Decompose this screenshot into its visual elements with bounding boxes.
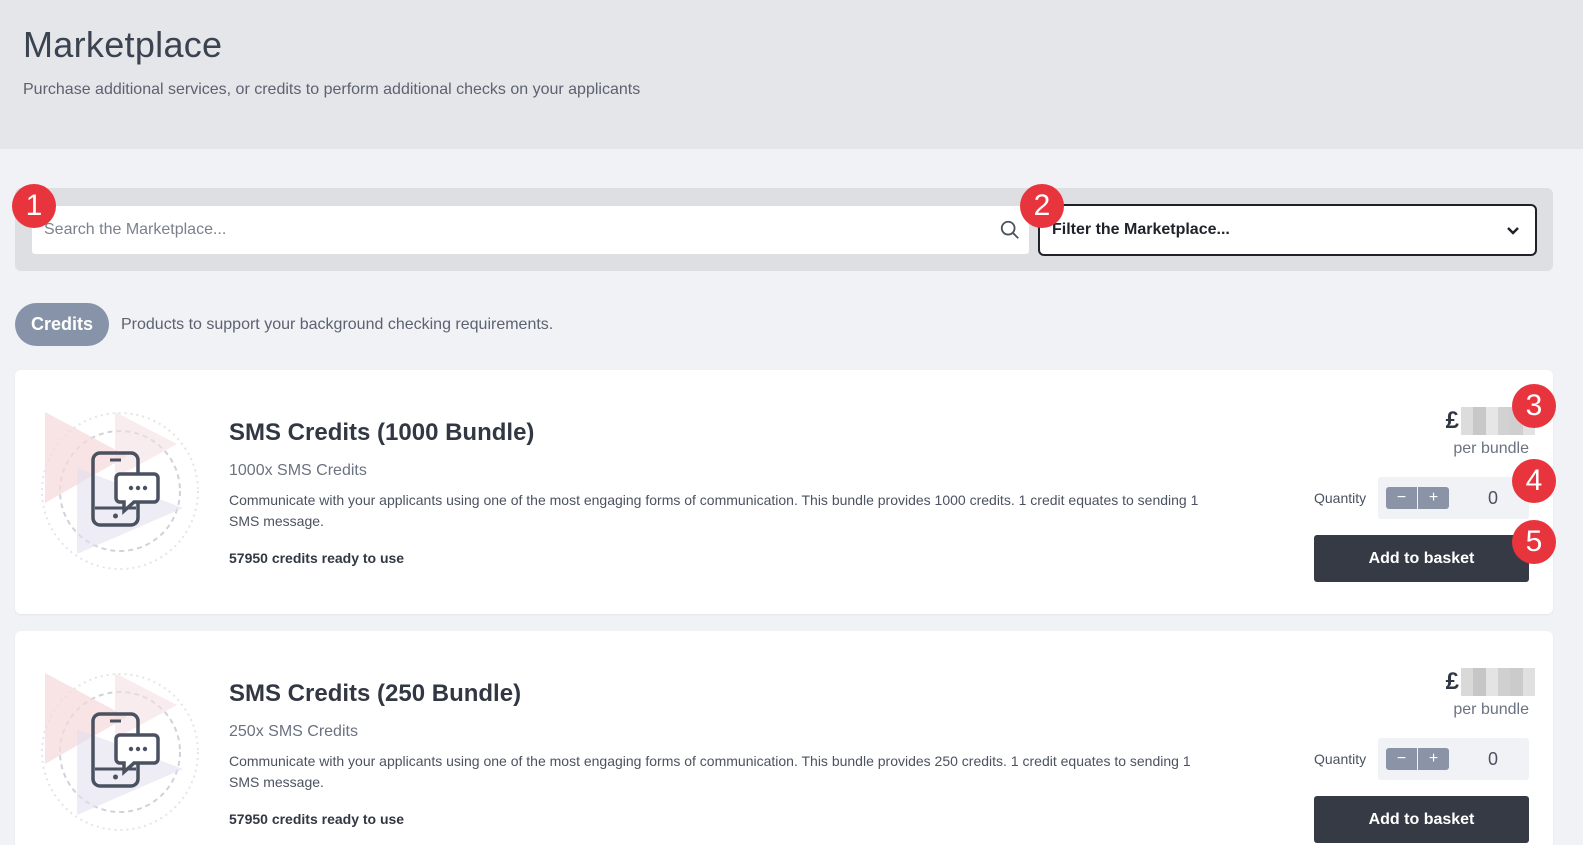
price-redacted [1461,668,1535,696]
quantity-stepper: − + 0 [1378,477,1529,519]
quantity-label: Quantity [1314,490,1367,506]
credits-ready: 57950 credits ready to use [229,811,405,827]
search-input[interactable] [32,206,992,254]
filter-dropdown[interactable]: Filter the Marketplace... [1038,204,1537,256]
annotation-badge-1: 1 [12,184,56,228]
product-description: Communicate with your applicants using o… [229,753,1191,790]
search-icon[interactable] [999,219,1021,241]
sms-phone-icon [41,673,199,831]
annotation-badge-3: 3 [1512,384,1556,428]
quantity-increment-button[interactable]: + [1418,487,1449,509]
filter-label: Filter the Marketplace... [1052,221,1230,238]
sms-phone-icon [41,412,199,570]
quantity-value[interactable]: 0 [1478,488,1508,509]
product-title: SMS Credits (1000 Bundle) [229,419,535,446]
category-description: Products to support your background chec… [121,316,554,333]
product-description: Communicate with your applicants using o… [229,492,1199,529]
annotation-badge-4: 4 [1512,459,1556,503]
product-subtitle: 250x SMS Credits [229,723,358,740]
chevron-down-icon [1507,227,1519,235]
annotation-badge-5: 5 [1512,520,1556,564]
page-header: Marketplace Purchase additional services… [0,0,1583,149]
product-card: SMS Credits (1000 Bundle) 1000x SMS Cred… [15,370,1553,614]
quantity-stepper: − + 0 [1378,738,1529,780]
price-currency: £ [1445,407,1459,434]
quantity-value[interactable]: 0 [1478,749,1508,770]
product-price: £ [1446,667,1535,697]
annotation-badge-2: 2 [1020,184,1064,228]
product-subtitle: 1000x SMS Credits [229,462,367,479]
page-title: Marketplace [23,24,223,65]
quantity-increment-button[interactable]: + [1418,748,1449,770]
search-box [32,206,1029,254]
price-currency: £ [1445,668,1459,695]
quantity-decrement-button[interactable]: − [1386,748,1417,770]
add-to-basket-button[interactable]: Add to basket [1314,796,1529,843]
credits-ready: 57950 credits ready to use [229,550,405,566]
quantity-label: Quantity [1314,751,1367,767]
search-filter-panel: Filter the Marketplace... [15,188,1553,271]
quantity-decrement-button[interactable]: − [1386,487,1417,509]
price-unit: per bundle [1453,440,1529,457]
price-unit: per bundle [1453,701,1529,718]
page-subtitle: Purchase additional services, or credits… [23,81,641,98]
category-pill-credits[interactable]: Credits [15,303,109,346]
add-to-basket-button[interactable]: Add to basket [1314,535,1529,582]
product-card: SMS Credits (250 Bundle) 250x SMS Credit… [15,631,1553,845]
product-title: SMS Credits (250 Bundle) [229,680,522,707]
